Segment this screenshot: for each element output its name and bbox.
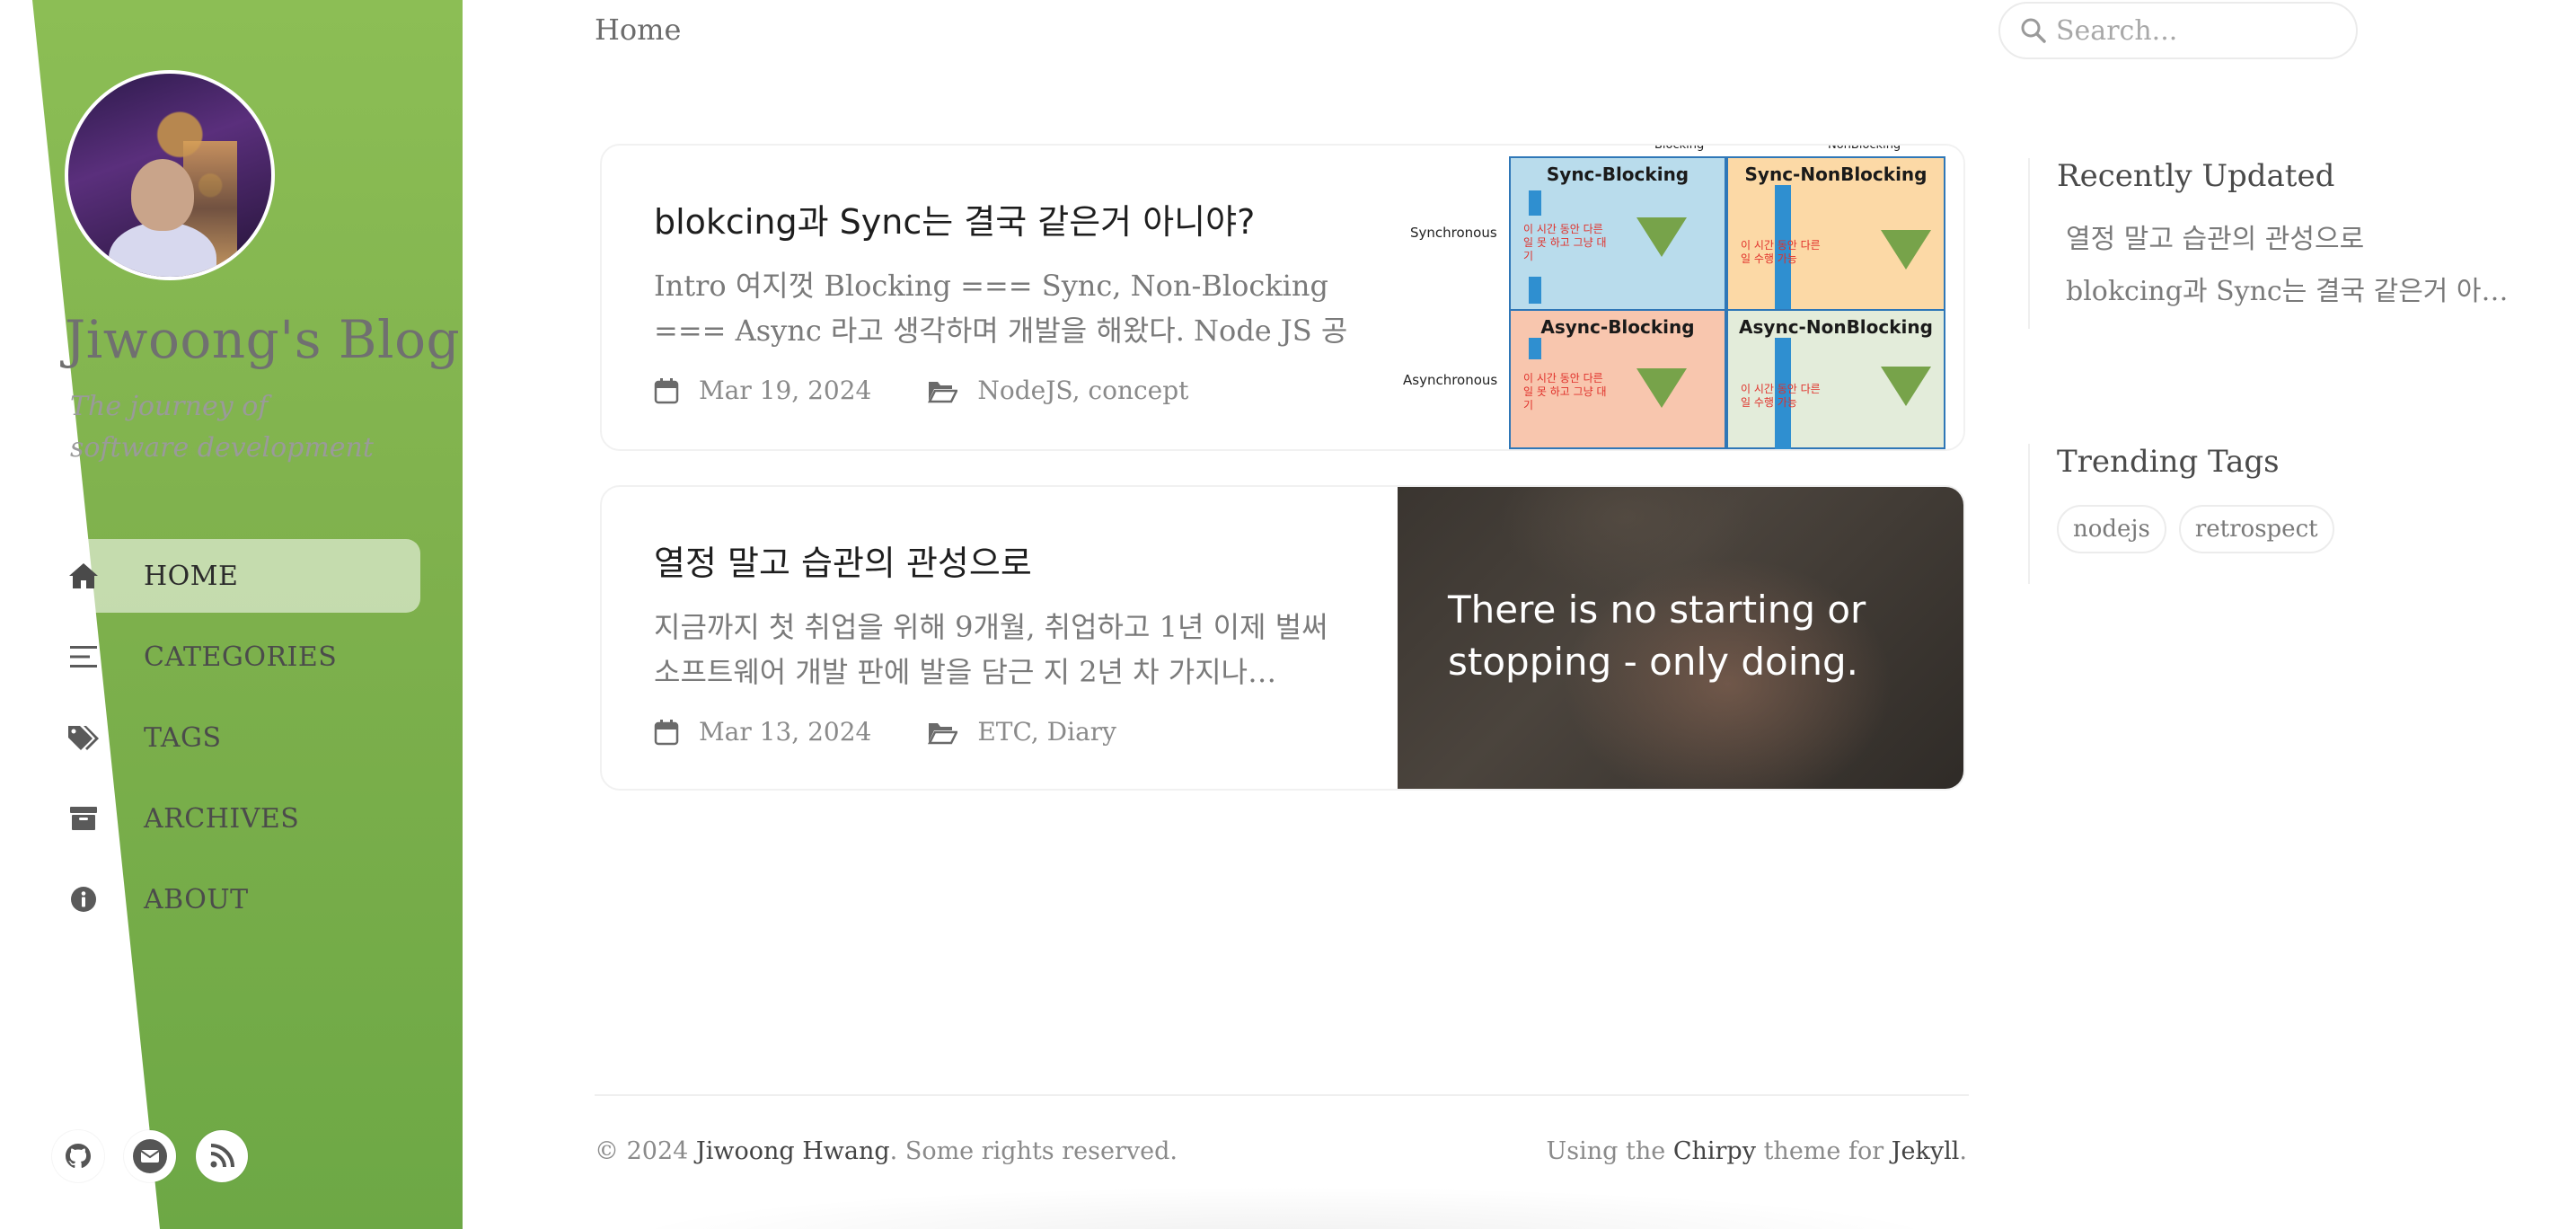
email-button[interactable] (124, 1130, 176, 1182)
email-icon (133, 1139, 167, 1173)
photo-quote-text: There is no starting or stopping - only … (1448, 588, 1866, 684)
stream-icon (66, 640, 101, 674)
folder-open-icon (928, 722, 958, 744)
github-button[interactable] (52, 1130, 104, 1182)
nav-label-categories: CATEGORIES (144, 641, 338, 673)
post-date-group: Mar 13, 2024 (654, 717, 871, 747)
recently-updated-panel: Recently Updated 열정 말고 습관의 관성으로 blokcing… (2028, 158, 2509, 329)
archive-icon (66, 801, 101, 836)
post-title[interactable]: blokcing과 Sync는 결국 같은거 아니야? (654, 194, 1372, 243)
tags-icon (66, 721, 101, 755)
footer-shadow (611, 1186, 1958, 1229)
recent-list: 열정 말고 습관의 관성으로 blokcing과 Sync는 결국 같은거 아… (2057, 214, 2509, 318)
footer-credits: Using the Chirpy theme for Jekyll. (1547, 1137, 1967, 1165)
post-excerpt: 지금까지 첫 취업을 위해 9개월, 취업하고 1년 이제 벌써 소프트웨어 개… (654, 610, 1328, 689)
nav-label-home: HOME (144, 560, 239, 592)
trending-tags-heading: Trending Tags (2057, 444, 2280, 480)
post-categories[interactable]: NodeJS, concept (977, 376, 1188, 405)
search-icon (2021, 18, 2046, 43)
nav-label-about: ABOUT (144, 883, 249, 915)
post-meta: Mar 13, 2024 ETC, Diary (654, 717, 1116, 747)
folder-open-icon (928, 381, 958, 402)
tag-retrospect[interactable]: retrospect (2178, 505, 2334, 553)
post-date: Mar 13, 2024 (699, 717, 872, 747)
nav-item-archives[interactable]: ARCHIVES (40, 782, 420, 855)
github-icon (66, 1144, 91, 1168)
diagram-row-label-sync: Synchronous (1410, 225, 1497, 241)
site-subtitle: The journey of software development (70, 391, 374, 464)
post-categories-group: NodeJS, concept (927, 376, 1188, 405)
tag-list: nodejs retrospect (2057, 505, 2334, 553)
nav-item-tags[interactable]: TAGS (40, 701, 420, 774)
home-icon (66, 559, 101, 593)
post-excerpt: Intro 여지껏 Blocking === Sync, Non-Blockin… (654, 269, 1348, 348)
using-the-text: Using the (1546, 1137, 1666, 1165)
nav-label-tags: TAGS (144, 721, 222, 754)
post-categories-group: ETC, Diary (927, 717, 1116, 747)
post-title[interactable]: 열정 말고 습관의 관성으로 (654, 535, 1372, 585)
avatar[interactable] (65, 70, 275, 280)
diagram-waiting-text: 이 시간 동안 다른 일 못 하고 그냥 대기 (1523, 223, 1607, 262)
nav-item-categories[interactable]: CATEGORIES (40, 620, 420, 694)
post-preview-diagram: Blocking NonBlocking Synchronous Asynchr… (1403, 144, 1963, 449)
nav-label-archives: ARCHIVES (144, 802, 300, 835)
calendar-icon (654, 377, 679, 403)
copyright-year: © 2024 (595, 1137, 689, 1165)
rights-text: . Some rights reserved. (889, 1137, 1178, 1165)
diagram-quadrant-sync-blocking: Sync-Blocking 이 시간 동안 다른 일 못 하고 그냥 대기 (1509, 156, 1726, 311)
search-input[interactable] (2056, 14, 2343, 47)
diagram-top-label-nonblocking: NonBlocking (1828, 144, 1901, 152)
nav-item-about[interactable]: ABOUT (40, 862, 420, 936)
nav-item-home[interactable]: HOME (40, 539, 420, 613)
rss-icon (210, 1144, 234, 1168)
diagram-top-label-blocking: Blocking (1654, 144, 1705, 152)
post-date: Mar 19, 2024 (699, 376, 872, 405)
recent-item[interactable]: blokcing과 Sync는 결국 같은거 아… (2057, 266, 2509, 318)
site-title[interactable]: Jiwoong's Blog (65, 309, 460, 370)
post-card[interactable]: 열정 말고 습관의 관성으로 지금까지 첫 취업을 위해 9개월, 취업하고 1… (600, 485, 1965, 791)
diagram-quadrant-async-nonblocking: Async-NonBlocking 이 시간 동안 다른 일 수행 가능 (1726, 309, 1945, 449)
sidebar-bottom-links (52, 1130, 248, 1182)
info-icon (66, 882, 101, 916)
post-card[interactable]: blokcing과 Sync는 결국 같은거 아니야? Intro 여지껏 Bl… (600, 144, 1965, 451)
theme-link[interactable]: Chirpy (1673, 1137, 1756, 1165)
tag-nodejs[interactable]: nodejs (2057, 505, 2166, 553)
recent-item[interactable]: 열정 말고 습관의 관성으로 (2057, 214, 2509, 266)
sidebar: Jiwoong's Blog The journey of software d… (0, 0, 463, 1229)
footer-copyright: © 2024 Jiwoong Hwang. Some rights reserv… (595, 1137, 1178, 1165)
footer-divider (595, 1094, 1969, 1096)
post-card-body: 열정 말고 습관의 관성으로 지금까지 첫 취업을 위해 9개월, 취업하고 1… (654, 535, 1372, 694)
sidebar-nav: HOME CATEGORIES TAGS ARCHIVES ABOUT (40, 539, 420, 943)
diagram-quadrant-async-blocking: Async-Blocking 이 시간 동안 다른 일 못 하고 그냥 대기 (1509, 309, 1726, 449)
post-meta: Mar 19, 2024 NodeJS, concept (654, 376, 1188, 405)
search-box[interactable] (1998, 2, 2358, 59)
post-card-body: blokcing과 Sync는 결국 같은거 아니야? Intro 여지껏 Bl… (654, 194, 1372, 353)
author-link[interactable]: Jiwoong Hwang (696, 1137, 890, 1165)
engine-link[interactable]: Jekyll (1892, 1137, 1960, 1165)
post-categories[interactable]: ETC, Diary (977, 717, 1116, 747)
theme-for-text: theme for (1763, 1137, 1884, 1165)
trending-tags-panel: Trending Tags nodejs retrospect (2028, 444, 2334, 584)
breadcrumb: Home (595, 13, 682, 47)
post-date-group: Mar 19, 2024 (654, 376, 871, 405)
footer-period: . (1959, 1137, 1967, 1165)
calendar-icon (654, 719, 679, 745)
recently-updated-heading: Recently Updated (2057, 158, 2335, 194)
diagram-row-label-async: Asynchronous (1403, 372, 1498, 388)
post-preview-photo: There is no starting or stopping - only … (1398, 487, 1963, 789)
rss-button[interactable] (196, 1130, 248, 1182)
diagram-quadrant-sync-nonblocking: Sync-NonBlocking 이 시간 동안 다른 일 수행 가능 (1726, 156, 1945, 311)
